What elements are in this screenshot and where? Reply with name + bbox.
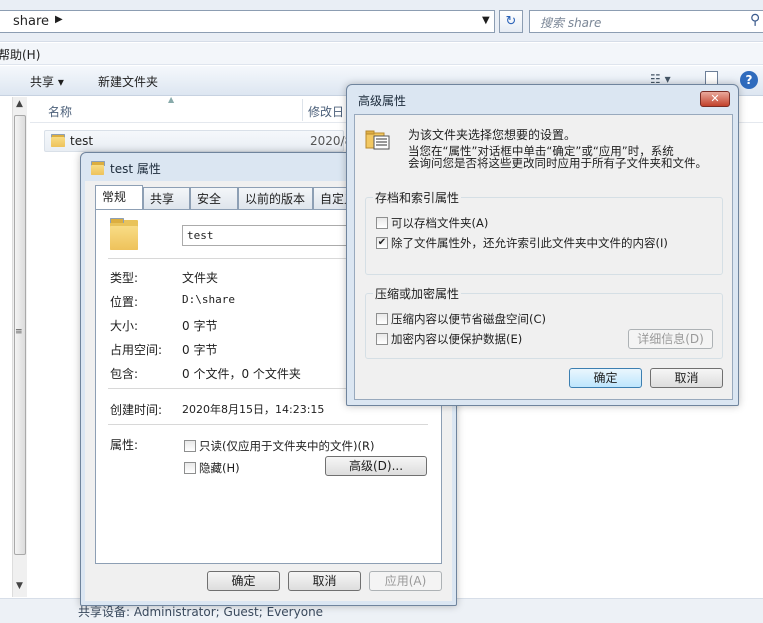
- new-folder-button[interactable]: 新建文件夹: [98, 73, 158, 90]
- folder-settings-icon: [365, 129, 391, 151]
- scroll-up-icon[interactable]: ▲: [16, 99, 23, 109]
- encrypt-checkbox[interactable]: [376, 333, 388, 345]
- type-value: 文件夹: [182, 271, 219, 285]
- file-name[interactable]: test: [70, 134, 93, 148]
- preview-pane-icon[interactable]: [705, 71, 718, 85]
- apply-button[interactable]: 应用(A): [369, 571, 442, 591]
- index-checkbox[interactable]: ✔: [376, 237, 388, 249]
- menu-bar: 帮助(H): [0, 43, 763, 65]
- advanced-button[interactable]: 高级(D)...: [325, 456, 427, 476]
- readonly-checkbox[interactable]: [184, 440, 196, 452]
- search-box[interactable]: 搜索 share ⚲: [529, 10, 763, 33]
- intro-text-1: 为该文件夹选择您想要的设置。: [408, 128, 577, 142]
- size-value: 0 字节: [182, 319, 218, 333]
- archive-checkbox[interactable]: [376, 217, 388, 229]
- column-divider[interactable]: [302, 99, 303, 121]
- attributes-label: 属性:: [110, 438, 139, 452]
- intro-text-3: 会询问您是否将这些更改同时应用于所有子文件夹和文件。: [408, 156, 707, 170]
- scroll-down-icon[interactable]: ▼: [16, 581, 23, 591]
- advanced-attributes-dialog: 高级属性 ✕ 为该文件夹选择您想要的设置。 当您在“属性”对话框中单击“确定”或…: [346, 84, 739, 406]
- compress-checkbox[interactable]: [376, 313, 388, 325]
- dialog-body: 为该文件夹选择您想要的设置。 当您在“属性”对话框中单击“确定”或“应用”时，系…: [354, 114, 733, 400]
- created-label: 创建时间:: [110, 403, 163, 417]
- size-on-disk-value: 0 字节: [182, 343, 218, 357]
- size-on-disk-label: 占用空间:: [110, 343, 163, 357]
- hidden-label[interactable]: 隐藏(H): [199, 460, 240, 476]
- type-label: 类型:: [110, 271, 139, 285]
- details-button[interactable]: 详细信息(D): [628, 329, 713, 349]
- encrypt-label[interactable]: 加密内容以便保护数据(E): [391, 331, 522, 347]
- contains-label: 包含:: [110, 367, 139, 381]
- hidden-checkbox[interactable]: [184, 462, 196, 474]
- menu-help[interactable]: 帮助(H): [0, 46, 40, 63]
- close-icon: ✕: [710, 92, 720, 105]
- search-icon[interactable]: ⚲: [750, 12, 760, 28]
- cancel-button[interactable]: 取消: [288, 571, 361, 591]
- dialog-title: test 属性: [110, 162, 161, 176]
- share-menu-button[interactable]: 共享 ▾: [30, 73, 64, 90]
- ok-button[interactable]: 确定: [569, 368, 642, 388]
- column-date-header[interactable]: 修改日: [308, 103, 344, 120]
- address-path[interactable]: share: [13, 14, 49, 29]
- breadcrumb-chevron-icon[interactable]: ▶: [55, 14, 63, 25]
- divider: [108, 424, 428, 425]
- search-placeholder[interactable]: 搜索 share: [540, 14, 601, 31]
- address-toolbar: share ▶ ▼ ↻ 搜索 share ⚲: [0, 0, 763, 42]
- folder-title-icon: [91, 161, 105, 175]
- sort-arrow-icon: ▲: [168, 95, 175, 104]
- folder-large-icon: [110, 218, 138, 250]
- readonly-label[interactable]: 只读(仅应用于文件夹中的文件)(R): [199, 438, 374, 454]
- file-row[interactable]: test 2020/8: [44, 130, 352, 152]
- ok-button[interactable]: 确定: [207, 571, 280, 591]
- refresh-button[interactable]: ↻: [499, 10, 523, 33]
- created-value: 2020年8月15日，14:23:15: [182, 403, 325, 416]
- vertical-scrollbar[interactable]: ▲ ≡ ▼: [12, 97, 27, 597]
- close-button[interactable]: ✕: [700, 91, 730, 107]
- contains-value: 0 个文件，0 个文件夹: [182, 367, 301, 381]
- compress-group-title: 压缩或加密属性: [373, 285, 462, 302]
- dialog-title: 高级属性: [358, 94, 407, 108]
- address-dropdown-icon[interactable]: ▼: [482, 15, 490, 26]
- archive-label[interactable]: 可以存档文件夹(A): [391, 215, 488, 231]
- location-label: 位置:: [110, 295, 139, 309]
- help-icon[interactable]: ?: [740, 71, 758, 89]
- size-label: 大小:: [110, 319, 139, 333]
- address-bar[interactable]: share ▶ ▼: [0, 10, 495, 33]
- cancel-button[interactable]: 取消: [650, 368, 723, 388]
- scrollbar-grip-icon: ≡: [15, 327, 23, 337]
- tab-sharing[interactable]: 共享: [143, 187, 190, 209]
- archive-group-title: 存档和索引属性: [373, 189, 462, 206]
- tab-security[interactable]: 安全: [190, 187, 238, 209]
- location-value: D:\share: [182, 293, 235, 306]
- tab-previous-versions[interactable]: 以前的版本: [238, 187, 313, 209]
- tab-general[interactable]: 常规: [95, 185, 143, 210]
- refresh-icon: ↻: [505, 14, 517, 29]
- index-label[interactable]: 除了文件属性外，还允许索引此文件夹中文件的内容(I): [391, 235, 668, 251]
- folder-icon: [51, 134, 65, 147]
- column-name-header[interactable]: 名称: [48, 103, 72, 120]
- compress-label[interactable]: 压缩内容以便节省磁盘空间(C): [391, 311, 546, 327]
